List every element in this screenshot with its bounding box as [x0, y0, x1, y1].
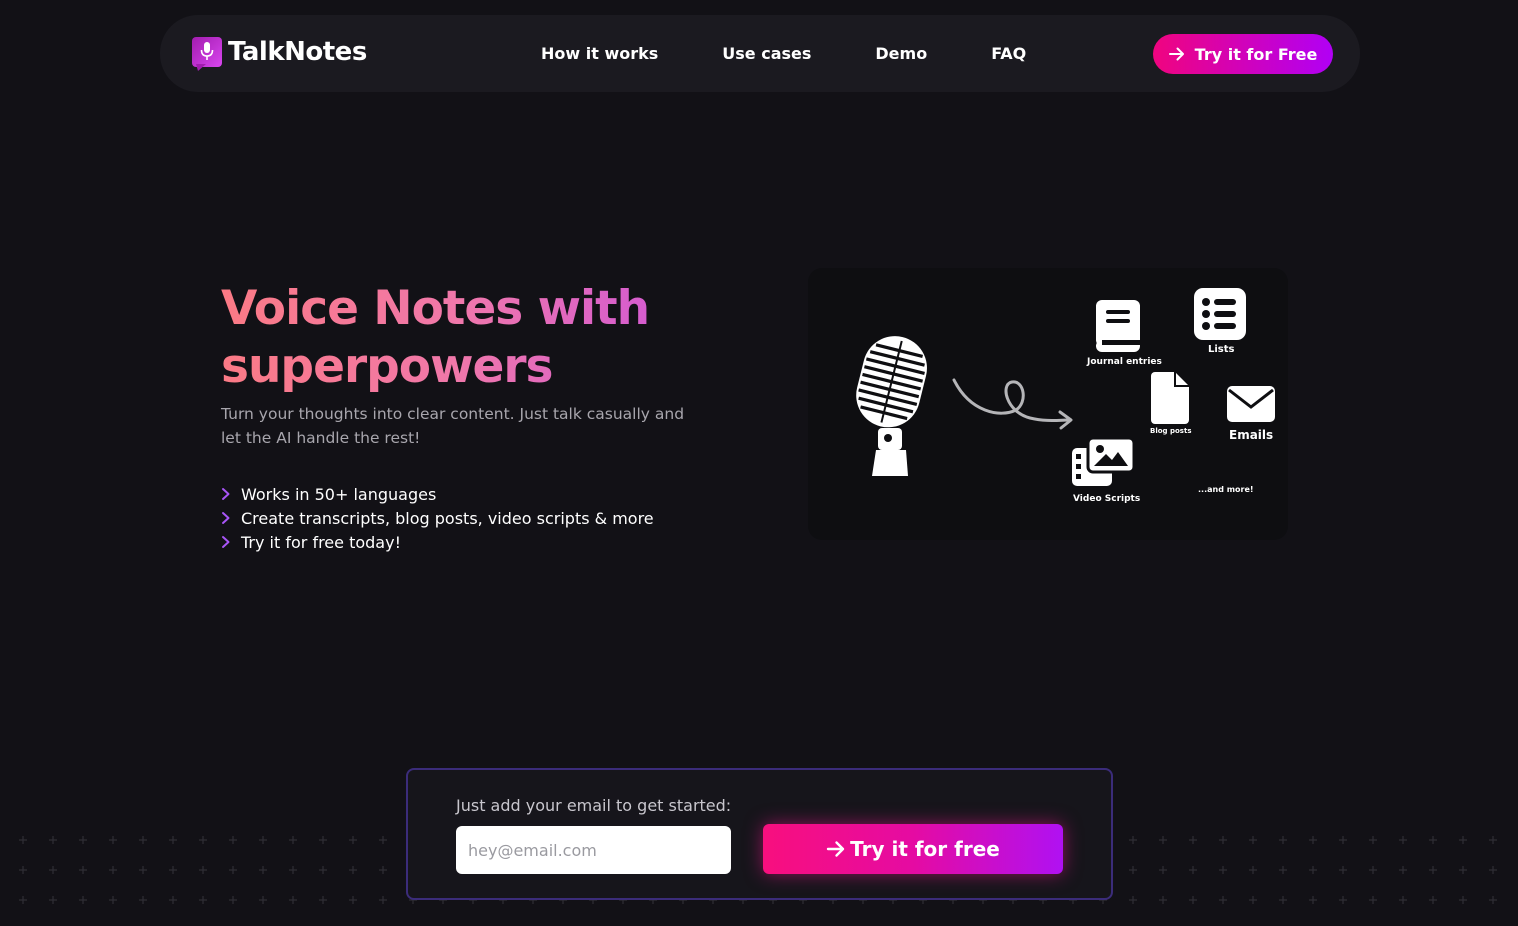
output-label-blog: Blog posts: [1150, 427, 1192, 435]
top-navbar: TalkNotes How it works Use cases Demo FA…: [160, 15, 1360, 92]
feature-item: Try it for free today!: [221, 530, 654, 554]
nav-try-free-button[interactable]: Try it for Free: [1153, 34, 1333, 74]
feature-item: Works in 50+ languages: [221, 482, 654, 506]
images-icon: [1072, 436, 1134, 486]
chevron-right-icon: [222, 512, 230, 524]
envelope-icon: [1227, 386, 1275, 422]
nav-try-free-label: Try it for Free: [1194, 44, 1318, 64]
try-free-label: Try it for free: [850, 837, 1000, 861]
arrow-right-icon: [1168, 47, 1184, 61]
nav-link-how-it-works[interactable]: How it works: [541, 44, 658, 63]
nav-link-use-cases[interactable]: Use cases: [722, 44, 811, 63]
email-signup-box: Just add your email to get started: Try …: [406, 768, 1113, 900]
nav-link-demo[interactable]: Demo: [875, 44, 927, 63]
output-label-lists: Lists: [1208, 344, 1235, 355]
curly-arrow-icon: [952, 378, 1073, 430]
feature-item: Create transcripts, blog posts, video sc…: [221, 506, 654, 530]
book-icon: [1096, 300, 1140, 352]
hero-subtitle-line1: Turn your thoughts into clear content. J…: [221, 405, 685, 423]
arrow-right-icon: [826, 841, 845, 857]
brand-name: TalkNotes: [228, 37, 367, 67]
chevron-right-icon: [222, 488, 230, 500]
output-label-journal: Journal entries: [1087, 357, 1162, 367]
hero-title-line1: Voice Notes with: [221, 281, 650, 336]
list-icon: [1194, 288, 1246, 340]
feature-item-label: Create transcripts, blog posts, video sc…: [241, 508, 654, 528]
try-free-button[interactable]: Try it for free: [763, 824, 1063, 874]
brand-logo[interactable]: TalkNotes: [192, 37, 367, 71]
feature-list: Works in 50+ languages Create transcript…: [221, 482, 654, 554]
nav-link-faq[interactable]: FAQ: [991, 44, 1026, 63]
feature-item-label: Works in 50+ languages: [241, 484, 437, 504]
microphone-icon: [856, 336, 927, 476]
hero-title-line2: superpowers: [221, 339, 553, 394]
hero-subtitle: Turn your thoughts into clear content. J…: [221, 402, 721, 450]
output-label-emails: Emails: [1229, 428, 1274, 442]
output-label-more: ...and more!: [1198, 485, 1254, 494]
hero-title: Voice Notes with superpowers: [221, 280, 741, 396]
email-prompt: Just add your email to get started:: [456, 796, 732, 815]
file-icon: [1151, 372, 1189, 424]
logo-microphone-icon: [192, 37, 222, 71]
output-label-video: Video Scripts: [1073, 494, 1141, 504]
email-input[interactable]: [456, 826, 731, 874]
feature-item-label: Try it for free today!: [241, 532, 401, 552]
nav-links: How it works Use cases Demo FAQ: [541, 44, 1090, 63]
hero-subtitle-line2: let the AI handle the rest!: [221, 429, 421, 447]
voice-to-content-illustration: Journal entries Lists Blog posts Emails …: [808, 268, 1288, 540]
chevron-right-icon: [222, 536, 230, 548]
